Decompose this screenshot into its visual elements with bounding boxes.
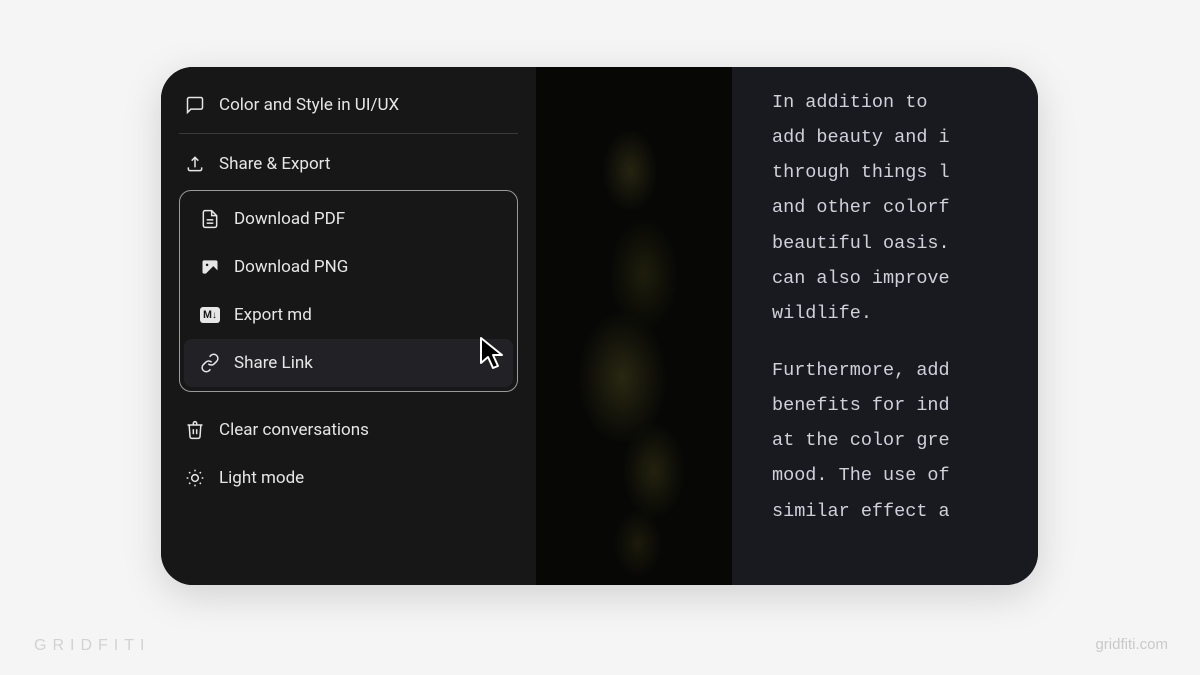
- light-mode-label: Light mode: [219, 468, 304, 488]
- chat-icon: [185, 95, 205, 115]
- export-md-item[interactable]: M↓ Export md: [184, 291, 513, 339]
- share-export-label: Share & Export: [219, 154, 330, 174]
- clear-conversations-item[interactable]: Clear conversations: [179, 406, 518, 454]
- clear-conversations-label: Clear conversations: [219, 420, 369, 440]
- brand-logo: GRIDFITI: [34, 637, 150, 655]
- markdown-icon: M↓: [200, 305, 220, 325]
- share-export-header[interactable]: Share & Export: [179, 134, 518, 190]
- sidebar: Color and Style in UI/UX Share & Export: [161, 67, 536, 585]
- download-pdf-item[interactable]: Download PDF: [184, 195, 513, 243]
- link-icon: [200, 353, 220, 373]
- conversation-title: Color and Style in UI/UX: [219, 95, 399, 115]
- share-link-item[interactable]: Share Link: [184, 339, 513, 387]
- download-pdf-label: Download PDF: [234, 209, 345, 229]
- download-png-item[interactable]: Download PNG: [184, 243, 513, 291]
- brand-url: gridfiti.com: [1095, 636, 1168, 653]
- sun-icon: [185, 468, 205, 488]
- trash-icon: [185, 420, 205, 440]
- image-icon: [200, 257, 220, 277]
- image-strip: [536, 67, 732, 585]
- content-area: In addition to add beauty and i through …: [732, 67, 1038, 585]
- upload-icon: [185, 154, 205, 174]
- export-md-label: Export md: [234, 305, 312, 325]
- file-icon: [200, 209, 220, 229]
- content-text: In addition to add beauty and i through …: [772, 85, 1038, 331]
- app-window: Color and Style in UI/UX Share & Export: [161, 67, 1038, 585]
- content-text: Furthermore, add benefits for ind at the…: [772, 353, 1038, 529]
- share-link-label: Share Link: [234, 353, 313, 373]
- export-menu: Download PDF Download PNG M↓ Export md: [179, 190, 518, 392]
- conversation-item[interactable]: Color and Style in UI/UX: [179, 87, 518, 134]
- foliage-texture: [536, 67, 732, 585]
- light-mode-item[interactable]: Light mode: [179, 454, 518, 502]
- download-png-label: Download PNG: [234, 257, 348, 277]
